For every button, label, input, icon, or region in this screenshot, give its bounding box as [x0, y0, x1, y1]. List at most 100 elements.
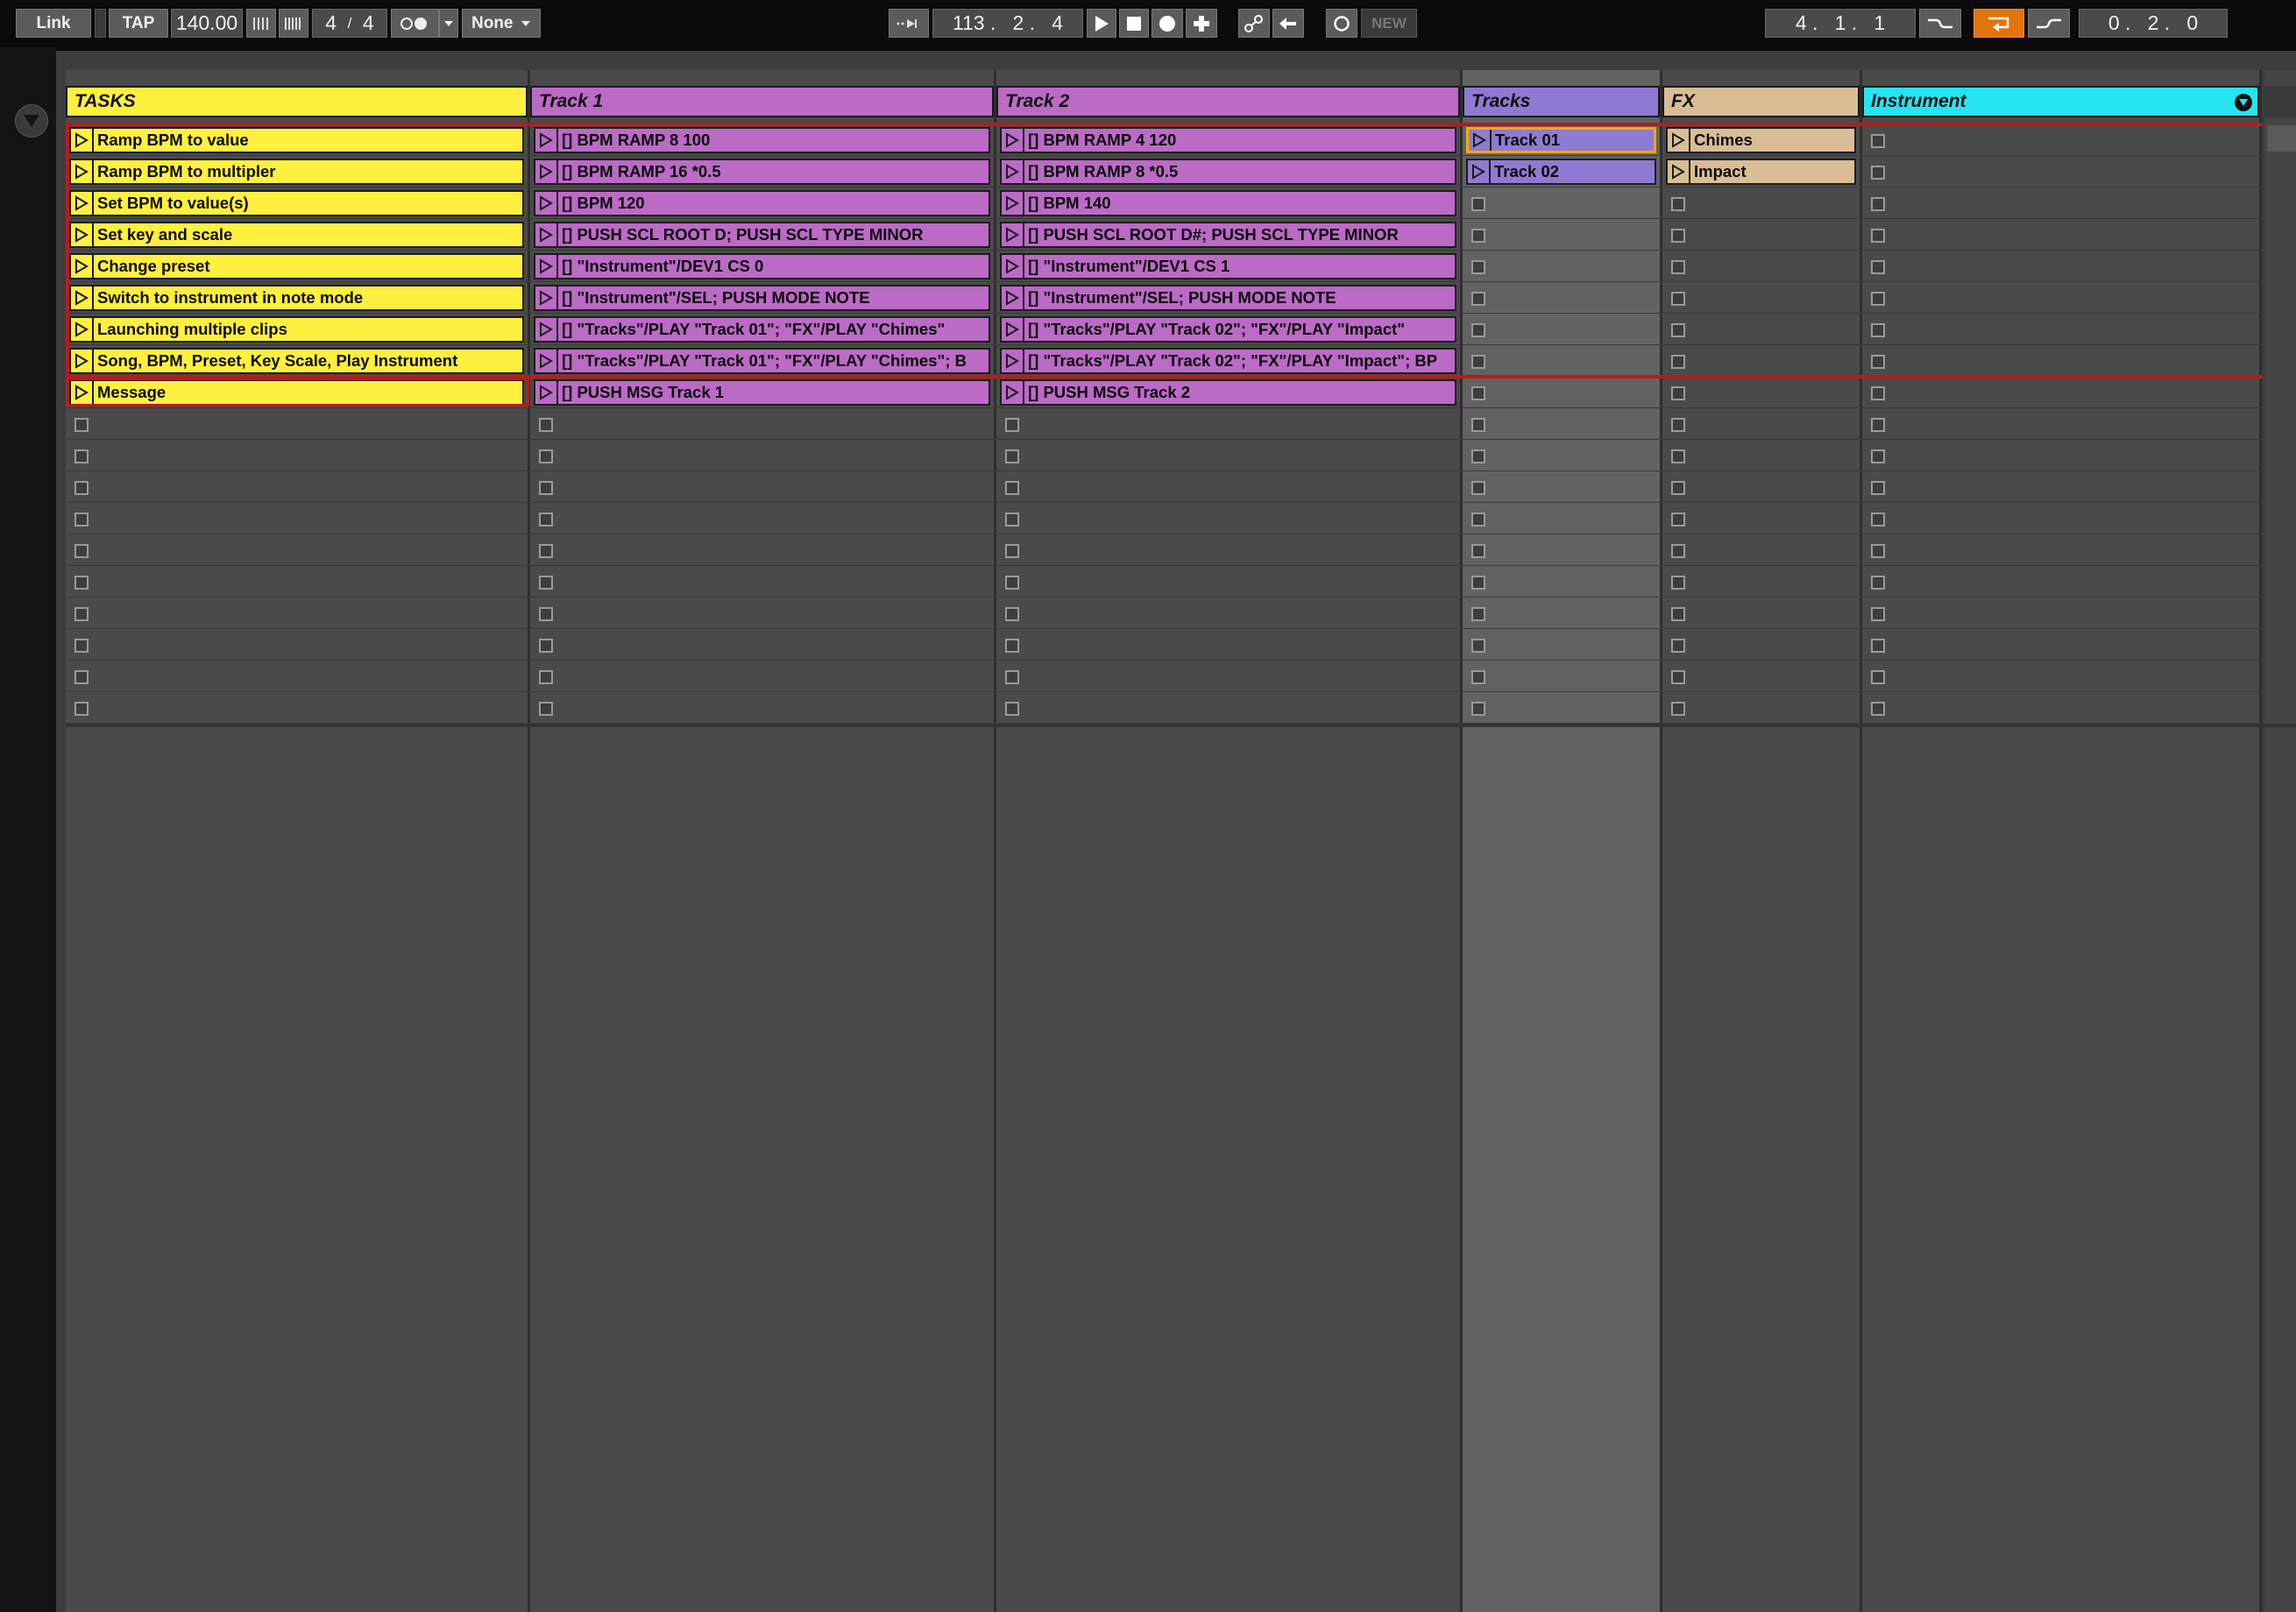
clip-slot[interactable]: Song, BPM, Preset, Key Scale, Play Instr… [69, 348, 524, 374]
nudge-up-icon[interactable] [279, 9, 308, 38]
clip-stop-button[interactable] [1671, 418, 1685, 432]
clip-slot[interactable]: [] BPM RAMP 16 *0.5 [534, 159, 990, 185]
clip-play-icon[interactable] [1002, 350, 1024, 372]
clip-slot[interactable]: [] PUSH MSG Track 1 [534, 379, 990, 406]
clip-slot[interactable]: [] "Tracks"/PLAY "Track 02"; "FX"/PLAY "… [1000, 316, 1456, 343]
overdub-plus-icon[interactable] [1186, 9, 1217, 38]
clip-stop-button[interactable] [539, 607, 553, 621]
clip-play-icon[interactable] [535, 192, 558, 215]
clip-stop-button[interactable] [1871, 134, 1885, 148]
clip-play-icon[interactable] [1668, 129, 1690, 152]
clip-stop-button[interactable] [1871, 481, 1885, 495]
clip-stop-button[interactable] [1471, 386, 1485, 400]
clip-slot[interactable]: Track 02 [1466, 159, 1656, 185]
track-header[interactable]: Tracks [1463, 86, 1660, 117]
clip-play-icon[interactable] [535, 223, 558, 246]
clip-stop-button[interactable] [1871, 229, 1885, 243]
clip-slot[interactable]: Set BPM to value(s) [69, 190, 524, 216]
clip-stop-button[interactable] [1471, 418, 1485, 432]
clip-play-icon[interactable] [71, 318, 94, 341]
clip-slot[interactable]: Impact [1666, 159, 1856, 185]
clip-stop-button[interactable] [1471, 449, 1485, 463]
clip-stop-button[interactable] [1671, 355, 1685, 369]
clip-stop-button[interactable] [74, 418, 89, 432]
clip-play-icon[interactable] [535, 286, 558, 309]
clip-slot[interactable]: [] BPM RAMP 8 *0.5 [1000, 159, 1456, 185]
session-record-icon[interactable] [1326, 9, 1357, 38]
clip-stop-button[interactable] [539, 544, 553, 558]
clip-play-icon[interactable] [71, 160, 94, 183]
clip-stop-button[interactable] [74, 639, 89, 653]
clip-stop-button[interactable] [1871, 355, 1885, 369]
clip-slot[interactable]: [] BPM RAMP 8 100 [534, 127, 990, 153]
clip-play-icon[interactable] [1468, 160, 1491, 183]
clip-stop-button[interactable] [74, 544, 89, 558]
clip-stop-button[interactable] [1871, 513, 1885, 527]
clip-stop-button[interactable] [1871, 197, 1885, 211]
clip-play-icon[interactable] [1002, 255, 1024, 278]
clip-stop-button[interactable] [1005, 670, 1019, 684]
clip-stop-button[interactable] [539, 481, 553, 495]
clip-stop-button[interactable] [1871, 323, 1885, 337]
clip-stop-button[interactable] [539, 702, 553, 716]
clip-play-icon[interactable] [535, 129, 558, 152]
clip-stop-button[interactable] [1671, 702, 1685, 716]
clip-slot[interactable]: Track 01 [1466, 127, 1656, 153]
clip-slot[interactable]: Ramp BPM to value [69, 127, 524, 153]
clip-play-icon[interactable] [1002, 160, 1024, 183]
clip-stop-button[interactable] [539, 576, 553, 590]
track-header[interactable]: TASKS [66, 86, 528, 117]
tap-tempo-button[interactable]: TAP [109, 9, 168, 38]
song-position[interactable]: 113 . 2 . 4 [932, 9, 1083, 38]
clip-stop-button[interactable] [1471, 229, 1485, 243]
clip-stop-button[interactable] [74, 607, 89, 621]
clip-stop-button[interactable] [1671, 449, 1685, 463]
clip-slot[interactable]: Change preset [69, 253, 524, 279]
clip-play-icon[interactable] [535, 381, 558, 404]
link-button[interactable]: Link [16, 9, 91, 38]
record-icon[interactable] [1152, 9, 1183, 38]
clip-stop-button[interactable] [74, 513, 89, 527]
clip-play-icon[interactable] [535, 318, 558, 341]
clip-play-icon[interactable] [71, 381, 94, 404]
clip-slot[interactable]: [] "Tracks"/PLAY "Track 01"; "FX"/PLAY "… [534, 316, 990, 343]
loop-length[interactable]: 0 . 2 . 0 [2079, 9, 2228, 38]
clip-slot[interactable]: [] BPM 120 [534, 190, 990, 216]
clip-play-icon[interactable] [71, 223, 94, 246]
clip-stop-button[interactable] [1671, 229, 1685, 243]
clip-stop-button[interactable] [1671, 513, 1685, 527]
clip-play-icon[interactable] [1002, 192, 1024, 215]
clip-stop-button[interactable] [539, 670, 553, 684]
clip-stop-button[interactable] [1005, 607, 1019, 621]
clip-slot[interactable]: [] BPM RAMP 4 120 [1000, 127, 1456, 153]
clip-stop-button[interactable] [1671, 639, 1685, 653]
clip-slot[interactable]: Message [69, 379, 524, 406]
clip-stop-button[interactable] [1471, 481, 1485, 495]
punch-out-icon[interactable] [2028, 9, 2070, 38]
clip-stop-button[interactable] [74, 481, 89, 495]
clip-stop-button[interactable] [1471, 292, 1485, 306]
stop-icon[interactable] [1119, 9, 1149, 38]
clip-stop-button[interactable] [1671, 323, 1685, 337]
clip-stop-button[interactable] [1671, 197, 1685, 211]
clip-play-icon[interactable] [535, 160, 558, 183]
clip-stop-button[interactable] [74, 576, 89, 590]
clip-stop-button[interactable] [1471, 355, 1485, 369]
clip-slot[interactable]: [] "Tracks"/PLAY "Track 02"; "FX"/PLAY "… [1000, 348, 1456, 374]
browser-toggle-icon[interactable] [15, 104, 48, 138]
clip-slot[interactable]: Ramp BPM to multipler [69, 159, 524, 185]
clip-stop-button[interactable] [1005, 702, 1019, 716]
clip-stop-button[interactable] [1471, 513, 1485, 527]
clip-stop-button[interactable] [1671, 544, 1685, 558]
clip-stop-button[interactable] [1871, 639, 1885, 653]
clip-play-icon[interactable] [1002, 381, 1024, 404]
clip-play-icon[interactable] [71, 129, 94, 152]
clip-slot[interactable]: [] "Tracks"/PLAY "Track 01"; "FX"/PLAY "… [534, 348, 990, 374]
track-header[interactable]: Track 1 [530, 86, 994, 117]
clip-stop-button[interactable] [1471, 607, 1485, 621]
clip-play-icon[interactable] [1469, 130, 1492, 151]
clip-stop-button[interactable] [1005, 449, 1019, 463]
clip-stop-button[interactable] [1871, 386, 1885, 400]
clip-stop-button[interactable] [1671, 670, 1685, 684]
clip-stop-button[interactable] [539, 639, 553, 653]
